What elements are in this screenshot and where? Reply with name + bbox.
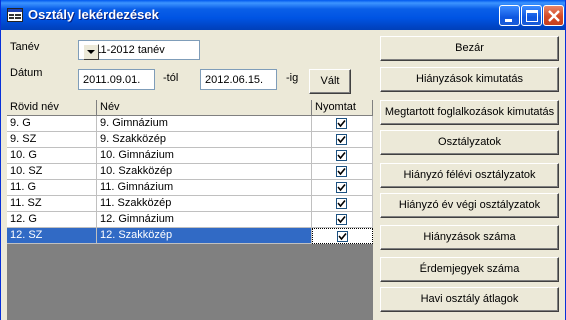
date-to-field[interactable]: 2012.06.15. [200, 69, 277, 90]
cell-print[interactable] [312, 212, 373, 228]
report-window: Osztály lekérdezések Tanév 2011-2012 tan… [0, 0, 566, 320]
cell-name[interactable]: 10. Szakközép [97, 164, 312, 180]
date-to-value: 2012.06.15. [205, 74, 264, 86]
cell-short-name[interactable]: 12. SZ [7, 228, 97, 244]
column-header-name[interactable]: Név [97, 100, 312, 116]
print-checkbox[interactable] [336, 118, 347, 129]
cell-print[interactable] [312, 196, 373, 212]
column-header-print[interactable]: Nyomtat [312, 100, 373, 116]
print-checkbox[interactable] [336, 214, 347, 225]
maximize-icon [526, 10, 538, 22]
table-row[interactable]: 11. SZ 11. Szakközép [7, 196, 373, 212]
year-select[interactable]: 2011-2012 tanév [78, 40, 200, 60]
cell-name[interactable]: 10. Gimnázium [97, 148, 312, 164]
table-body: 9. G 9. Gimnázium 9. SZ 9. Szakközép 10. G 10… [7, 116, 373, 244]
missing-semester-grades-button[interactable]: Hiányzó félévi osztályzatok [380, 163, 559, 188]
change-button[interactable]: Vált [309, 69, 351, 94]
checkmark-icon [337, 215, 346, 224]
cell-short-name[interactable]: 9. SZ [7, 132, 97, 148]
year-label: Tanév [10, 41, 40, 53]
date-from-field[interactable]: 2011.09.01. [78, 69, 155, 90]
table-row[interactable]: 9. SZ 9. Szakközép [7, 132, 373, 148]
cell-print[interactable] [312, 180, 373, 196]
print-checkbox[interactable] [336, 182, 347, 193]
print-checkbox[interactable] [336, 198, 347, 209]
cell-short-name[interactable]: 9. G [7, 116, 97, 132]
cell-print[interactable] [312, 148, 373, 164]
checkmark-icon [338, 232, 347, 241]
cell-name[interactable]: 9. Szakközép [97, 132, 312, 148]
checkmark-icon [337, 151, 346, 160]
absence-count-button[interactable]: Hiányzások száma [380, 225, 559, 250]
table-row[interactable]: 12. G 12. Gimnázium [7, 212, 373, 228]
to-suffix-label: -ig [286, 72, 299, 84]
cell-short-name[interactable]: 10. G [7, 148, 97, 164]
cell-print[interactable] [312, 132, 373, 148]
close-button[interactable] [543, 5, 564, 26]
cell-name[interactable]: 12. Gimnázium [97, 212, 312, 228]
date-from-value: 2011.09.01. [83, 74, 141, 86]
column-header-short-name[interactable]: Rövid név [7, 100, 97, 116]
cell-name[interactable]: 11. Gimnázium [97, 180, 312, 196]
checkmark-icon [337, 183, 346, 192]
close-icon [548, 10, 560, 22]
checkmark-icon [337, 199, 346, 208]
table-row[interactable]: 12. SZ 12. Szakközép [7, 228, 373, 244]
table-header: Rövid név Név Nyomtat [7, 100, 373, 116]
monthly-class-averages-button[interactable]: Havi osztály átlagok [380, 287, 559, 312]
window-app-icon [7, 8, 23, 22]
cell-name[interactable]: 12. Szakközép [97, 228, 312, 244]
close-form-button[interactable]: Bezár [380, 36, 559, 61]
print-checkbox[interactable] [336, 166, 347, 177]
chevron-down-icon[interactable] [83, 44, 99, 60]
table-row[interactable]: 10. G 10. Gimnázium [7, 148, 373, 164]
date-label: Dátum [10, 67, 43, 79]
cell-print[interactable] [312, 164, 373, 180]
window-title: Osztály lekérdezések [28, 7, 159, 22]
minimize-button[interactable] [499, 5, 520, 26]
grades-button[interactable]: Osztályzatok [380, 130, 559, 155]
from-suffix-label: -tól [163, 72, 179, 84]
print-checkbox[interactable] [336, 134, 347, 145]
cell-print[interactable] [312, 228, 373, 244]
cell-short-name[interactable]: 12. G [7, 212, 97, 228]
table-row[interactable]: 9. G 9. Gimnázium [7, 116, 373, 132]
held-sessions-report-button[interactable]: Megtartott foglalkozások kimutatás [380, 100, 559, 125]
cell-name[interactable]: 11. Szakközép [97, 196, 312, 212]
checkmark-icon [337, 167, 346, 176]
print-checkbox[interactable] [336, 150, 347, 161]
title-bar[interactable]: Osztály lekérdezések [1, 0, 565, 30]
maximize-button[interactable] [521, 5, 542, 26]
absence-report-button[interactable]: Hiányzások kimutatás [380, 67, 559, 92]
table-row[interactable]: 11. G 11. Gimnázium [7, 180, 373, 196]
class-table: Rövid név Név Nyomtat 9. G 9. Gimnázium 9.… [7, 100, 373, 320]
marks-count-button[interactable]: Érdemjegyek száma [380, 257, 559, 282]
print-checkbox[interactable] [337, 231, 348, 242]
table-row[interactable]: 10. SZ 10. Szakközép [7, 164, 373, 180]
cell-short-name[interactable]: 10. SZ [7, 164, 97, 180]
cell-print[interactable] [312, 116, 373, 132]
missing-yearend-grades-button[interactable]: Hiányzó év végi osztályzatok [380, 193, 559, 218]
checkmark-icon [337, 135, 346, 144]
minimize-icon [505, 19, 512, 22]
cell-name[interactable]: 9. Gimnázium [97, 116, 312, 132]
cell-short-name[interactable]: 11. G [7, 180, 97, 196]
cell-short-name[interactable]: 11. SZ [7, 196, 97, 212]
checkmark-icon [337, 119, 346, 128]
